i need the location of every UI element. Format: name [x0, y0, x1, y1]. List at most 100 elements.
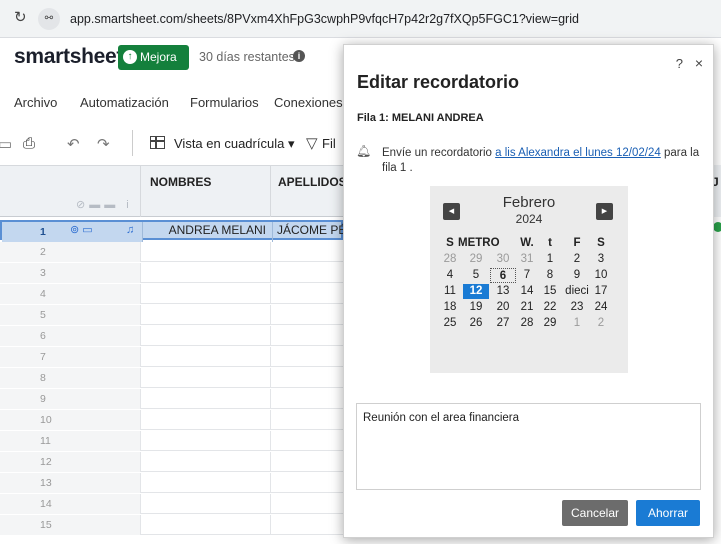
- cell-nombres[interactable]: [140, 242, 270, 262]
- calendar-day[interactable]: 6: [490, 268, 516, 283]
- table-row[interactable]: 11: [0, 431, 343, 451]
- grid-view-icon[interactable]: [150, 136, 165, 149]
- calendar-day[interactable]: 2: [564, 252, 590, 267]
- undo-icon[interactable]: ↶: [67, 135, 80, 153]
- calendar-day[interactable]: 14: [517, 284, 537, 299]
- cell-nombres[interactable]: [140, 410, 270, 430]
- calendar-day[interactable]: 29: [463, 252, 489, 267]
- cell-nombres[interactable]: [140, 284, 270, 304]
- cell-nombres[interactable]: [140, 473, 270, 493]
- cell-apellidos[interactable]: [270, 305, 343, 325]
- calendar-day[interactable]: 18: [438, 300, 462, 315]
- table-row[interactable]: 10: [0, 410, 343, 430]
- table-row[interactable]: 9: [0, 389, 343, 409]
- cell-apellidos[interactable]: [270, 242, 343, 262]
- menu-item-conexiones[interactable]: Conexiones: [274, 95, 343, 110]
- cell-nombres[interactable]: ANDREA MELANI: [142, 222, 272, 242]
- calendar-day[interactable]: 26: [463, 316, 489, 331]
- table-row[interactable]: 7: [0, 347, 343, 367]
- table-row[interactable]: 6: [0, 326, 343, 346]
- cell-apellidos[interactable]: [270, 263, 343, 283]
- calendar-day[interactable]: 4: [438, 268, 462, 283]
- calendar-day[interactable]: 15: [538, 284, 562, 299]
- save-button[interactable]: Ahorrar: [636, 500, 700, 526]
- cell-apellidos[interactable]: [270, 515, 343, 535]
- calendar-day[interactable]: 5: [463, 268, 489, 283]
- reminder-recipient-link[interactable]: a lis Alexandra el lunes 12/02/24: [495, 147, 661, 159]
- table-row[interactable]: 3: [0, 263, 343, 283]
- table-row[interactable]: 4: [0, 284, 343, 304]
- calendar-day[interactable]: 19: [463, 300, 489, 315]
- calendar-day[interactable]: 1: [538, 252, 562, 267]
- calendar-day[interactable]: 3: [589, 252, 613, 267]
- cell-apellidos[interactable]: [270, 368, 343, 388]
- calendar-day[interactable]: 24: [589, 300, 613, 315]
- cell-apellidos[interactable]: [270, 326, 343, 346]
- upgrade-button[interactable]: ↑ Mejora: [118, 45, 189, 70]
- calendar-day[interactable]: 28: [438, 252, 462, 267]
- calendar-day[interactable]: 27: [490, 316, 516, 331]
- calendar-day[interactable]: 30: [490, 252, 516, 267]
- cell-apellidos[interactable]: [270, 284, 343, 304]
- cell-nombres[interactable]: [140, 515, 270, 535]
- calendar-day[interactable]: 22: [538, 300, 562, 315]
- calendar-day[interactable]: 31: [517, 252, 537, 267]
- menu-item-automatizacion[interactable]: Automatización: [80, 95, 169, 110]
- table-row[interactable]: 2: [0, 242, 343, 262]
- reminder-bell-icon[interactable]: ♫: [126, 222, 134, 239]
- calendar-day[interactable]: 21: [517, 300, 537, 315]
- table-row[interactable]: 8: [0, 368, 343, 388]
- column-header-nombres[interactable]: NOMBRES: [150, 175, 211, 189]
- calendar-day[interactable]: 8: [538, 268, 562, 283]
- calendar-day[interactable]: 12: [463, 284, 489, 299]
- table-row[interactable]: 5: [0, 305, 343, 325]
- cancel-button[interactable]: Cancelar: [562, 500, 628, 526]
- cell-apellidos[interactable]: [270, 347, 343, 367]
- filter-icon[interactable]: ▽: [306, 134, 318, 152]
- save-icon[interactable]: ▭: [0, 135, 12, 153]
- table-row[interactable]: 15: [0, 515, 343, 535]
- cell-apellidos[interactable]: [270, 452, 343, 472]
- cell-apellidos[interactable]: [270, 389, 343, 409]
- cell-nombres[interactable]: [140, 305, 270, 325]
- calendar-day[interactable]: 23: [564, 300, 590, 315]
- cell-apellidos[interactable]: [270, 473, 343, 493]
- cell-nombres[interactable]: [140, 494, 270, 514]
- site-settings-icon[interactable]: ⚯: [38, 8, 60, 30]
- cell-nombres[interactable]: [140, 347, 270, 367]
- cell-nombres[interactable]: [140, 452, 270, 472]
- cell-nombres[interactable]: [140, 263, 270, 283]
- calendar-day[interactable]: 28: [517, 316, 537, 331]
- cell-apellidos[interactable]: [270, 431, 343, 451]
- calendar-day[interactable]: 20: [490, 300, 516, 315]
- redo-icon[interactable]: ↷: [97, 135, 110, 153]
- cell-apellidos[interactable]: [270, 494, 343, 514]
- table-row-selected[interactable]: 1 ⊚ ▭ ♫ ANDREA MELANI JÁCOME PÉ: [0, 220, 345, 242]
- help-icon[interactable]: ?: [676, 56, 683, 71]
- cell-apellidos[interactable]: [270, 410, 343, 430]
- reload-icon[interactable]: ↻: [14, 10, 28, 26]
- info-icon[interactable]: i: [293, 50, 305, 62]
- cell-apellidos[interactable]: JÁCOME PÉ: [272, 222, 345, 242]
- calendar-day[interactable]: 2: [589, 316, 613, 331]
- menu-item-archivo[interactable]: Archivo: [14, 95, 57, 110]
- calendar-day[interactable]: dieci: [564, 284, 590, 299]
- calendar-day[interactable]: 17: [589, 284, 613, 299]
- calendar-day[interactable]: 25: [438, 316, 462, 331]
- column-header-apellidos[interactable]: APELLIDOS: [278, 175, 347, 189]
- attachment-comment-icons[interactable]: ⊚ ▭: [70, 222, 93, 239]
- calendar-day[interactable]: 9: [564, 268, 590, 283]
- calendar-day[interactable]: 7: [517, 268, 537, 283]
- cell-nombres[interactable]: [140, 326, 270, 346]
- cell-nombres[interactable]: [140, 389, 270, 409]
- table-row[interactable]: 14: [0, 494, 343, 514]
- view-selector[interactable]: Vista en cuadrícula ▾: [174, 136, 295, 152]
- filter-label[interactable]: Fil: [322, 136, 336, 151]
- calendar-day[interactable]: 13: [490, 284, 516, 299]
- menu-item-formularios[interactable]: Formularios: [190, 95, 259, 110]
- table-row[interactable]: 13: [0, 473, 343, 493]
- close-icon[interactable]: ×: [695, 55, 703, 71]
- cell-nombres[interactable]: [140, 431, 270, 451]
- cell-nombres[interactable]: [140, 368, 270, 388]
- reminder-message-input[interactable]: Reunión con el area financiera: [356, 403, 701, 490]
